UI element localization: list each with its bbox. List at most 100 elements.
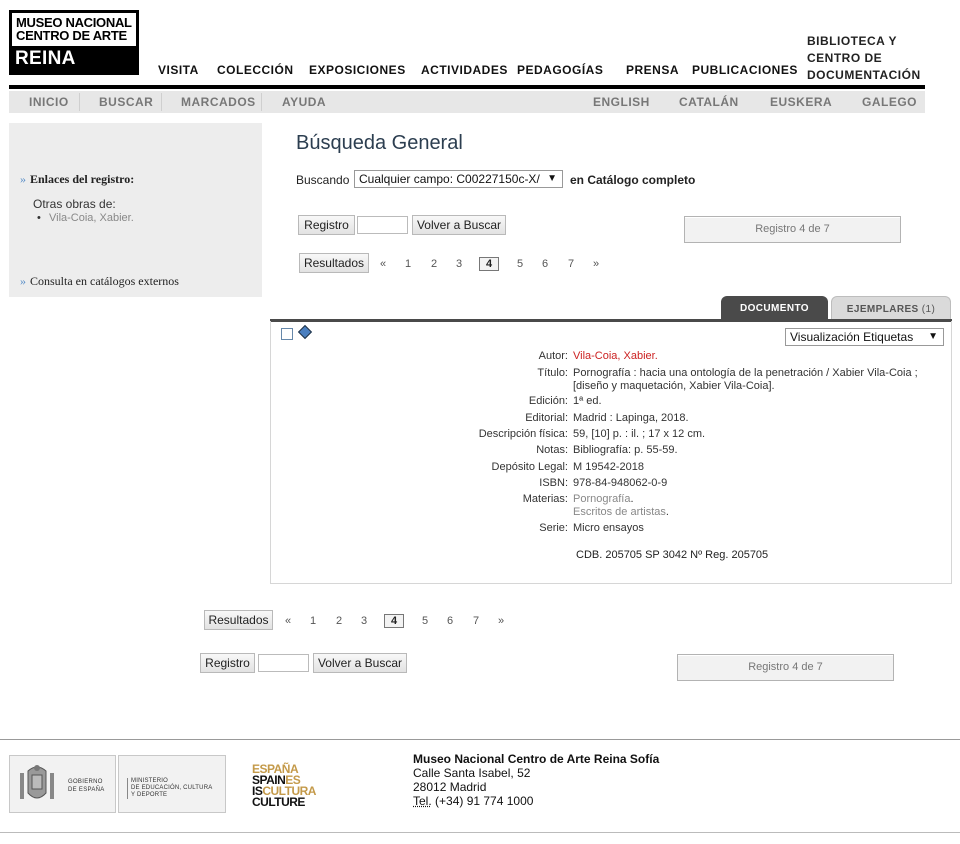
nav-visita[interactable]: VISITA — [158, 63, 199, 77]
registro-button-bottom[interactable]: Registro — [200, 653, 255, 673]
pager-page-3[interactable]: 3 — [356, 615, 372, 627]
sidebar-enlaces-label: Enlaces del registro: — [30, 172, 135, 186]
pager-page-1[interactable]: 1 — [400, 258, 416, 270]
raquo-icon: » — [20, 274, 26, 288]
header-divider — [9, 85, 925, 89]
registro-button[interactable]: Registro — [298, 215, 355, 235]
field-value-editorial: Madrid : Lapinga, 2018. — [573, 412, 689, 424]
pager-next[interactable]: » — [588, 258, 604, 270]
pager-page-2[interactable]: 2 — [331, 615, 347, 627]
resultados-button-bottom[interactable]: Resultados — [204, 610, 273, 630]
footer-address: Museo Nacional Centro de Arte Reina Sofí… — [413, 752, 659, 808]
field-label-descripcion: Descripción física: — [478, 428, 568, 440]
subnav-euskera[interactable]: EUSKERA — [770, 91, 832, 113]
field-label-editorial: Editorial: — [525, 412, 568, 424]
sub-nav: INICIO BUSCAR MARCADOS AYUDA ENGLISH CAT… — [9, 91, 925, 113]
pager-page-6[interactable]: 6 — [537, 258, 553, 270]
field-label-notas: Notas: — [536, 444, 568, 456]
field-label-autor: Autor: — [538, 350, 568, 362]
pager-page-3[interactable]: 3 — [451, 258, 467, 270]
main-nav: VISITA COLECCIÓN EXPOSICIONES ACTIVIDADE… — [0, 0, 960, 88]
volver-buscar-button-bottom[interactable]: Volver a Buscar — [313, 653, 407, 673]
field-value-edicion: 1ª ed. — [573, 395, 602, 407]
pager-page-5[interactable]: 5 — [512, 258, 528, 270]
field-label-titulo: Título: — [537, 367, 568, 379]
cdb-line: CDB. 205705 SP 3042 Nº Reg. 205705 — [576, 549, 769, 561]
nav-pedagogias[interactable]: PEDAGOGÍAS — [517, 63, 603, 77]
footer-phone-value: (+34) 91 774 1000 — [431, 794, 534, 808]
subnav-buscar[interactable]: BUSCAR — [99, 91, 153, 113]
footer-phone-label: Tel. — [413, 794, 432, 808]
footer-street: Calle Santa Isabel, 52 — [413, 766, 531, 780]
nav-coleccion[interactable]: COLECCIÓN — [217, 63, 294, 77]
sidebar-external-label: Consulta en catálogos externos — [30, 274, 179, 288]
pager-page-2[interactable]: 2 — [426, 258, 442, 270]
field-value-notas: Bibliografía: p. 55-59. — [573, 444, 678, 456]
materia-link-pornografia[interactable]: Pornografía — [573, 493, 630, 505]
field-value-deposito: M 19542-2018 — [573, 461, 644, 473]
field-value-isbn: 978-84-948062-0-9 — [573, 477, 668, 489]
sidebar-author-link[interactable]: Vila-Coia, Xabier. — [37, 212, 134, 224]
pager-next[interactable]: » — [493, 615, 509, 627]
pager-prev[interactable]: « — [375, 258, 391, 270]
gobierno-logo[interactable]: GOBIERNO DE ESPAÑA — [9, 755, 116, 813]
ministerio-text: MINISTERIO DE EDUCACIÓN, CULTURA Y DEPORTE — [127, 778, 212, 799]
gobierno-text: GOBIERNO DE ESPAÑA — [68, 779, 105, 793]
subnav-ayuda[interactable]: AYUDA — [282, 91, 326, 113]
spain-is-culture-logo[interactable]: ESPAÑA SPAINES ISCULTURA CULTURE — [252, 763, 316, 808]
field-label-isbn: ISBN: — [539, 477, 568, 489]
nav-actividades[interactable]: ACTIVIDADES — [421, 63, 508, 77]
tab-documento[interactable]: DOCUMENTO — [721, 296, 828, 320]
subnav-english[interactable]: ENGLISH — [593, 91, 650, 113]
subnav-separator — [161, 93, 162, 111]
nav-exposiciones[interactable]: EXPOSICIONES — [309, 63, 406, 77]
pager-page-6[interactable]: 6 — [442, 615, 458, 627]
ministerio-logo[interactable]: MINISTERIO DE EDUCACIÓN, CULTURA Y DEPORTE — [118, 755, 226, 813]
nav-prensa[interactable]: PRENSA — [626, 63, 679, 77]
resultados-button[interactable]: Resultados — [299, 253, 369, 273]
field-value-materias: Pornografía. Escritos de artistas. — [573, 493, 669, 519]
nav-biblioteca[interactable]: BIBLIOTECA Y CENTRO DE DOCUMENTACIÓN — [807, 33, 927, 84]
tab-ejemplares-count: (1) — [921, 304, 936, 315]
subnav-inicio[interactable]: INICIO — [29, 91, 69, 113]
pager-page-5[interactable]: 5 — [417, 615, 433, 627]
buscando-label: Buscando — [296, 173, 350, 187]
registro-input-bottom[interactable] — [258, 654, 309, 672]
materia-link-escritos[interactable]: Escritos de artistas — [573, 506, 666, 518]
footer-museum-name: Museo Nacional Centro de Arte Reina Sofí… — [413, 752, 660, 766]
pager-page-1[interactable]: 1 — [305, 615, 321, 627]
book-format-icon — [297, 324, 313, 340]
search-field-select[interactable]: Cualquier campo: C00227150c-X/ ▼ — [354, 170, 563, 188]
titulo-line-2: [diseño y maquetación, Xabier Vila-Coia]… — [573, 380, 775, 392]
mark-record-checkbox[interactable] — [281, 328, 293, 340]
view-select-value: Visualización Etiquetas — [790, 330, 914, 344]
subnav-separator — [261, 93, 262, 111]
pager-page-current: 4 — [479, 257, 499, 271]
titulo-line-1: Pornografía : hacia una ontología de la … — [573, 367, 918, 379]
view-select[interactable]: Visualización Etiquetas ▼ — [785, 328, 944, 346]
volver-buscar-button[interactable]: Volver a Buscar — [412, 215, 506, 235]
pager-prev[interactable]: « — [280, 615, 296, 627]
sidebar: » Enlaces del registro: Otras obras de: V… — [9, 123, 262, 297]
registro-input[interactable] — [357, 216, 408, 234]
field-value-autor[interactable]: Vila-Coia, Xabier. — [573, 350, 658, 363]
sidebar-enlaces: » Enlaces del registro: — [20, 172, 134, 187]
sidebar-external-catalogs[interactable]: » Consulta en catálogos externos — [20, 274, 179, 289]
registro-count-button-bottom[interactable]: Registro 4 de 7 — [677, 654, 894, 681]
materia-period: . — [665, 506, 669, 518]
field-label-deposito: Depósito Legal: — [491, 461, 568, 473]
pager-page-7[interactable]: 7 — [468, 615, 484, 627]
pager-page-7[interactable]: 7 — [563, 258, 579, 270]
nav-biblioteca-line-1: BIBLIOTECA Y — [807, 34, 898, 48]
footer-city: 28012 Madrid — [413, 780, 487, 794]
record-panel: Visualización Etiquetas ▼ Autor: Vila-Co… — [270, 321, 952, 584]
nav-publicaciones[interactable]: PUBLICACIONES — [692, 63, 798, 77]
sidebar-otras-obras: Otras obras de: — [33, 197, 116, 211]
subnav-catalan[interactable]: CATALÁN — [679, 91, 739, 113]
tab-ejemplares[interactable]: EJEMPLARES (1) — [831, 296, 951, 320]
search-field-value: Cualquier campo: C00227150c-X/ — [359, 172, 540, 186]
subnav-galego[interactable]: GALEGO — [862, 91, 917, 113]
field-value-serie: Micro ensayos — [573, 522, 644, 534]
registro-count-button[interactable]: Registro 4 de 7 — [684, 216, 901, 243]
subnav-marcados[interactable]: MARCADOS — [181, 91, 256, 113]
